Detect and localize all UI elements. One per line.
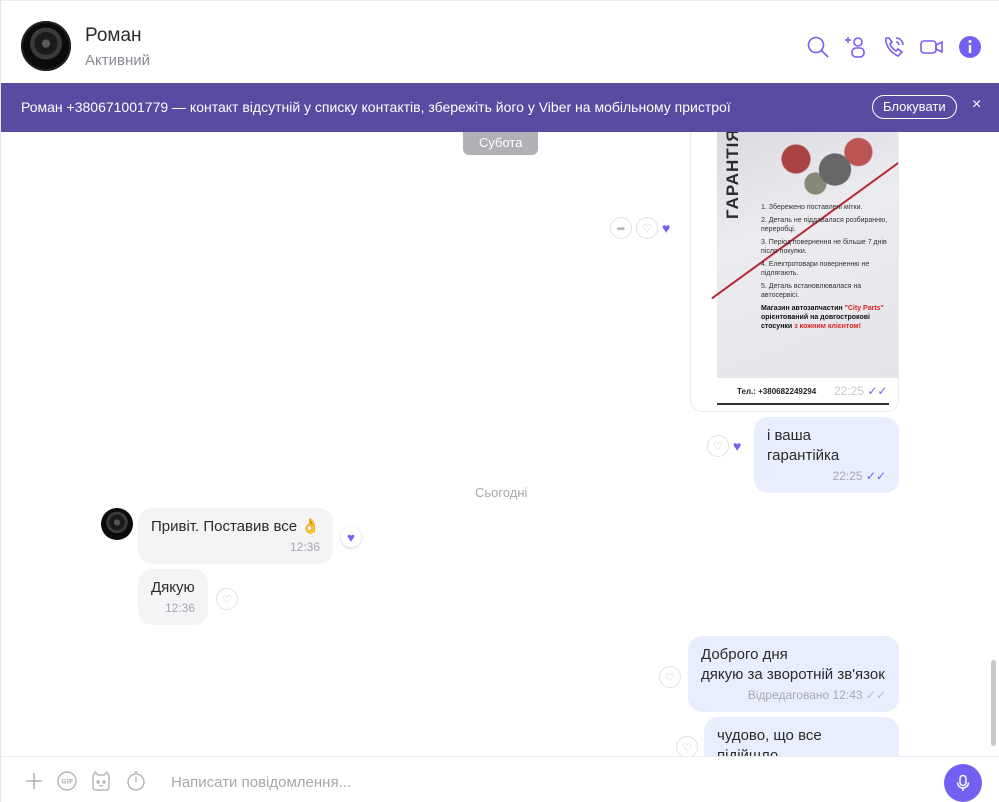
message-time: 22:25 — [832, 469, 863, 483]
warranty-poster-image: ГАРАНТІЯ 1. Збережено поставлені мітки. … — [711, 132, 898, 378]
poster-text: 1. Збережено поставлені мітки. 2. Деталь… — [761, 203, 897, 335]
image-message[interactable]: ГАРАНТІЯ 1. Збережено поставлені мітки. … — [690, 132, 899, 412]
contact-status: Активний — [85, 52, 150, 69]
outgoing-message[interactable]: і ваша гарантійка 22:25 ✓✓ — [754, 417, 899, 493]
message-list[interactable]: Субота ГАРАНТІЯ 1. Збережено поставлені … — [1, 132, 999, 756]
plus-icon[interactable] — [23, 770, 45, 792]
poster-item: 4. Електротовари поверненню не підлягают… — [761, 261, 870, 277]
liked-heart-icon[interactable]: ♥ — [341, 527, 361, 547]
block-button[interactable]: Блокувати — [872, 95, 957, 119]
auto-parts-graphic — [757, 132, 887, 201]
viber-chat-window: Роман Активний Роман +380671001779 — кон… — [0, 0, 999, 802]
like-heart-icon[interactable]: ♡ — [636, 217, 658, 239]
poster-item: 2. Деталь не піддавалася розбиранню, пер… — [761, 217, 888, 233]
banner-text: Роман +380671001779 — контакт відсутній … — [21, 99, 731, 115]
outgoing-message[interactable]: чудово, що все підійшло — [704, 717, 899, 756]
message-edited-time: Відредаговано 12:43 — [747, 688, 863, 702]
message-meta: Відредаговано 12:43 ✓✓ — [701, 687, 886, 703]
poster-item: 3. Період повернення не більше 7 днів пі… — [761, 239, 887, 255]
message-time-text: 22:25 — [834, 384, 865, 398]
poster-item: 1. Збережено поставлені мітки. — [761, 204, 863, 211]
date-separator: Субота — [463, 132, 539, 155]
contact-avatar[interactable] — [21, 21, 71, 71]
incoming-message[interactable]: Привіт. Поставив все 👌 12:36 — [138, 508, 333, 564]
add-participant-icon[interactable] — [843, 34, 869, 60]
poster-brand: "City Parts" — [844, 305, 884, 312]
svg-text:GIF: GIF — [61, 778, 73, 786]
message-reactions: ♡ ♥ — [707, 435, 741, 457]
message-text: Дякую — [151, 579, 195, 596]
message-input[interactable] — [171, 771, 871, 793]
message-text: Доброго дня — [701, 646, 788, 663]
poster-promo-c: з кожним клієнтом! — [794, 323, 861, 330]
read-ticks-icon: ✓✓ — [867, 384, 888, 398]
video-call-icon[interactable] — [919, 34, 945, 60]
forward-icon[interactable]: ➦ — [610, 217, 632, 239]
sticker-icon[interactable] — [90, 770, 112, 792]
message-text: чудово, що все підійшло — [717, 727, 822, 756]
message-time: 12:36 — [289, 540, 320, 554]
contact-name[interactable]: Роман — [85, 25, 142, 47]
timer-icon[interactable] — [125, 770, 147, 792]
poster-promo-a: Магазин автозапчастин — [761, 305, 845, 312]
poster-promo: Магазин автозапчастин "City Parts" орієн… — [761, 304, 897, 331]
message-text: Привіт. Поставив все 👌 — [151, 518, 320, 535]
like-heart-icon[interactable]: ♡ — [659, 666, 681, 688]
gif-icon[interactable]: GIF — [56, 770, 78, 792]
voice-call-icon[interactable] — [881, 34, 907, 60]
microphone-button[interactable] — [944, 764, 982, 802]
liked-heart-icon[interactable]: ♥ — [662, 220, 670, 236]
scrollbar[interactable] — [991, 660, 996, 746]
message-text: і ваша гарантійка — [767, 427, 840, 464]
poster-bottom-line — [717, 403, 889, 405]
like-heart-icon[interactable]: ♡ — [707, 435, 729, 457]
read-ticks-icon: ✓✓ — [865, 469, 886, 483]
poster-title: ГАРАНТІЯ — [723, 132, 742, 219]
sender-avatar[interactable] — [101, 508, 133, 540]
info-icon[interactable] — [957, 34, 983, 60]
message-composer: GIF — [1, 756, 999, 802]
like-heart-icon[interactable]: ♡ — [216, 588, 238, 610]
sent-ticks-icon: ✓✓ — [865, 688, 886, 702]
message-meta: 22:25 ✓✓ — [767, 468, 886, 484]
chat-header: Роман Активний — [1, 0, 999, 83]
image-message-actions: ➦ ♡ ♥ — [610, 217, 670, 239]
search-icon[interactable] — [805, 34, 831, 60]
message-time: 12:36 — [164, 601, 195, 615]
message-time: 22:25 ✓✓ — [834, 384, 887, 398]
microphone-icon — [956, 774, 970, 791]
liked-heart-icon[interactable]: ♥ — [733, 438, 741, 454]
date-separator: Сьогодні — [475, 485, 528, 500]
close-banner-icon[interactable]: × — [972, 96, 981, 114]
unknown-contact-banner: Роман +380671001779 — контакт відсутній … — [1, 83, 999, 132]
incoming-message[interactable]: Дякую 12:36 — [138, 569, 208, 625]
like-heart-icon[interactable]: ♡ — [676, 736, 698, 756]
image-footer: Тел.: +380682249294 22:25 ✓✓ — [691, 378, 898, 411]
outgoing-message[interactable]: Доброго дня дякую за зворотній зв'язок В… — [688, 636, 899, 712]
message-text: дякую за зворотній зв'язок — [701, 666, 885, 683]
poster-item: 5. Деталь встановлювалася на автосервісі… — [761, 283, 862, 299]
poster-phone: Тел.: +380682249294 — [737, 387, 817, 396]
